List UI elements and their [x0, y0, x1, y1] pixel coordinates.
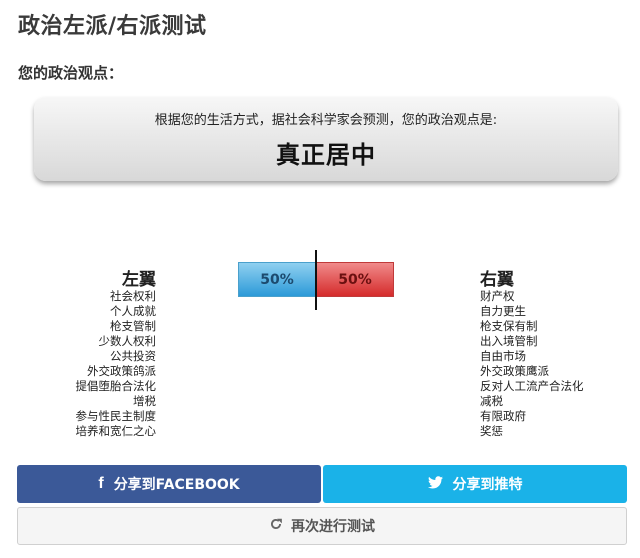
right-wing-list: 财产权 自力更生 枪支保有制 出入境管制 自由市场 外交政策鹰派 反对人工流产合…	[480, 289, 584, 439]
right-wing-heading: 右翼	[480, 270, 514, 290]
list-item: 外交政策鹰派	[480, 364, 549, 378]
list-item: 财产权	[480, 289, 515, 303]
list-item: 枪支管制	[110, 319, 156, 333]
list-item: 出入境管制	[480, 334, 538, 348]
retake-test-label: 再次进行测试	[291, 519, 375, 535]
refresh-icon	[269, 517, 283, 535]
left-percent-label: 50%	[260, 272, 294, 288]
right-percent-label: 50%	[338, 272, 372, 288]
result-intro-text: 根据您的生活方式，据社会科学家会预测，您的政治观点是:	[154, 113, 498, 128]
list-item: 提倡堕胎合法化	[75, 379, 157, 393]
left-wing-list: 社会权利 个人成就 枪支管制 少数人权利 公共投资 外交政策鸽派 提倡堕胎合法化…	[76, 289, 157, 439]
right-percent-bar: 50%	[316, 262, 394, 297]
left-wing-heading: 左翼	[122, 270, 156, 290]
share-facebook-button[interactable]: f 分享到FACEBOOK	[17, 465, 321, 503]
share-facebook-label: 分享到FACEBOOK	[113, 477, 240, 493]
list-item: 减税	[480, 394, 503, 408]
center-divider	[315, 250, 317, 310]
list-item: 外交政策鸽派	[87, 364, 156, 378]
left-percent-bar: 50%	[238, 262, 316, 297]
share-twitter-button[interactable]: 分享到推特	[323, 465, 627, 503]
list-item: 自力更生	[480, 304, 526, 318]
result-value: 真正居中	[276, 141, 376, 169]
list-item: 反对人工流产合法化	[480, 379, 584, 393]
list-item: 少数人权利	[98, 334, 157, 348]
list-item: 公共投资	[110, 349, 156, 363]
section-subtitle: 您的政治观点：	[18, 64, 124, 82]
share-twitter-label: 分享到推特	[452, 477, 523, 493]
result-card: 根据您的生活方式，据社会科学家会预测，您的政治观点是: 真正居中	[34, 97, 618, 181]
list-item: 枪支保有制	[480, 319, 538, 333]
retake-test-button[interactable]: 再次进行测试	[17, 507, 627, 545]
list-item: 参与性民主制度	[75, 409, 157, 423]
facebook-icon: f	[98, 475, 104, 492]
list-item: 培养和宽仁之心	[75, 424, 157, 438]
list-item: 自由市场	[480, 349, 526, 363]
list-item: 有限政府	[480, 409, 526, 423]
page-title: 政治左派/右派测试	[18, 14, 207, 39]
list-item: 社会权利	[110, 289, 156, 303]
list-item: 个人成就	[110, 304, 156, 318]
twitter-bird-icon	[427, 475, 443, 493]
list-item: 奖惩	[480, 424, 503, 438]
list-item: 增税	[133, 394, 156, 408]
